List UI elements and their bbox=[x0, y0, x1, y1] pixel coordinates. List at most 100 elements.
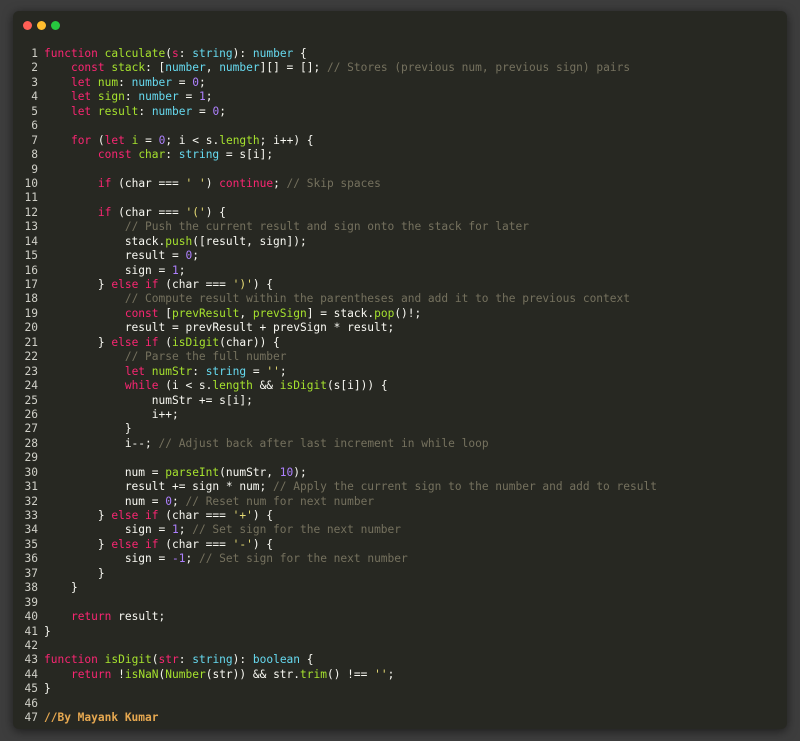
code-token: sign = bbox=[44, 552, 172, 566]
code-token: } bbox=[44, 624, 51, 638]
code-token: ][] = []; bbox=[259, 61, 327, 75]
line-number: 23 bbox=[24, 364, 38, 378]
code-token: ): bbox=[232, 47, 253, 60]
code-token: '' bbox=[374, 667, 388, 681]
code-line: 23 let numStr: string = ''; bbox=[13, 365, 787, 379]
code-token: 1 bbox=[171, 523, 179, 537]
line-text: i--; // Adjust back after last increment… bbox=[44, 437, 489, 451]
code-token: : bbox=[165, 148, 179, 162]
close-dot-icon[interactable] bbox=[23, 21, 32, 30]
code-token: // Stores (previous num, previous sign) … bbox=[326, 61, 631, 75]
code-line: 47 //By Mayank Kumar bbox=[13, 711, 787, 725]
code-token: result = prevResult + prevSign * result; bbox=[44, 321, 395, 335]
code-token: (char === bbox=[111, 205, 186, 219]
line-text: for (let i = 0; i < s.length; i++) { bbox=[44, 134, 314, 148]
code-token: && bbox=[252, 379, 280, 393]
line-number: 45 bbox=[24, 682, 38, 696]
code-token: ) { bbox=[205, 205, 226, 219]
code-line: 16 sign = 1; bbox=[13, 264, 787, 278]
code-token: (char === bbox=[158, 278, 233, 291]
code-token: , bbox=[205, 61, 220, 75]
code-line: 17 } else if (char === ')') { bbox=[13, 278, 787, 292]
code-line: 7 for (let i = 0; i < s.length; i++) { bbox=[13, 134, 787, 148]
line-number: 19 bbox=[24, 306, 38, 320]
code-line: 44 return !isNaN(Number(str)) && str.tri… bbox=[13, 668, 787, 682]
minimize-dot-icon[interactable] bbox=[37, 21, 46, 30]
line-text: // Compute result within the parentheses… bbox=[44, 292, 630, 306]
line-text: num = parseInt(numStr, 10); bbox=[44, 466, 307, 480]
code-token: ! bbox=[118, 667, 125, 681]
code-line: 14 stack.push([result, sign]); bbox=[13, 235, 787, 249]
code-token: = s[i]; bbox=[219, 148, 274, 162]
line-text: stack.push([result, sign]); bbox=[44, 235, 307, 249]
code-token: : bbox=[178, 47, 193, 60]
code-line: 38 } bbox=[13, 581, 787, 595]
code-line: 36 sign = -1; // Set sign for the next n… bbox=[13, 552, 787, 566]
code-token: ; i < s. bbox=[165, 133, 220, 147]
line-text: // Parse the full number bbox=[44, 350, 287, 364]
line-number: 39 bbox=[24, 595, 38, 609]
code-token: number bbox=[151, 104, 193, 118]
code-token: return bbox=[70, 667, 119, 681]
maximize-dot-icon[interactable] bbox=[51, 21, 60, 30]
code-line: 15 result = 0; bbox=[13, 249, 787, 263]
line-text: } else if (char === ')') { bbox=[44, 278, 273, 292]
code-token: (char === bbox=[111, 176, 186, 190]
line-number: 31 bbox=[24, 480, 38, 494]
line-number: 26 bbox=[24, 407, 38, 421]
code-token: trim bbox=[300, 667, 327, 681]
line-text: } bbox=[44, 581, 78, 595]
code-token: number bbox=[131, 75, 173, 89]
code-token: // Set sign for the next number bbox=[198, 552, 408, 566]
code-token: // Push the current result and sign onto… bbox=[124, 220, 529, 234]
line-text: } bbox=[44, 422, 132, 436]
code-token: ( bbox=[151, 653, 159, 667]
code-token: '+' bbox=[232, 509, 253, 522]
line-number: 28 bbox=[24, 436, 38, 450]
code-token: '-' bbox=[232, 537, 253, 551]
code-token: let bbox=[124, 364, 152, 378]
line-number: 7 bbox=[31, 133, 38, 147]
code-token: : [ bbox=[145, 61, 166, 75]
line-text: sign = 1; // Set sign for the next numbe… bbox=[44, 523, 401, 537]
code-token: } bbox=[44, 537, 112, 551]
line-number: 27 bbox=[24, 422, 38, 436]
code-token: //By Mayank Kumar bbox=[44, 711, 159, 725]
code-token: ; bbox=[387, 667, 395, 681]
code-line: 2 const stack: [number, number][] = []; … bbox=[13, 61, 787, 75]
code-token: } bbox=[44, 566, 105, 580]
code-token: = bbox=[172, 75, 193, 89]
line-number: 15 bbox=[24, 249, 38, 263]
code-token: function bbox=[44, 47, 105, 60]
code-line: 21 } else if (isDigit(char)) { bbox=[13, 336, 787, 350]
line-text: numStr += s[i]; bbox=[44, 394, 253, 408]
code-token: result = bbox=[44, 249, 186, 263]
code-token: num bbox=[97, 75, 119, 89]
code-token: result += sign * num; bbox=[44, 480, 274, 494]
code-token: boolean bbox=[252, 653, 301, 667]
code-line: 27 } bbox=[13, 422, 787, 436]
code-token: } bbox=[44, 335, 112, 349]
line-text: } else if (isDigit(char)) { bbox=[44, 336, 280, 350]
code-token: length bbox=[212, 379, 253, 393]
code-line: 24 while (i < s.length && isDigit(s[i]))… bbox=[13, 379, 787, 393]
code-line: 40 return result; bbox=[13, 610, 787, 624]
code-token: 0 bbox=[192, 75, 199, 89]
code-token: if bbox=[97, 205, 112, 219]
code-token: isDigit bbox=[172, 335, 220, 349]
code-line: 13 // Push the current result and sign o… bbox=[13, 220, 787, 234]
code-token: (s[i])) { bbox=[326, 379, 388, 393]
code-token: pop bbox=[374, 306, 395, 320]
line-text: function isDigit(str: string): boolean { bbox=[44, 653, 314, 667]
code-line: 8 const char: string = s[i]; bbox=[13, 148, 787, 162]
code-token: { bbox=[293, 47, 307, 60]
